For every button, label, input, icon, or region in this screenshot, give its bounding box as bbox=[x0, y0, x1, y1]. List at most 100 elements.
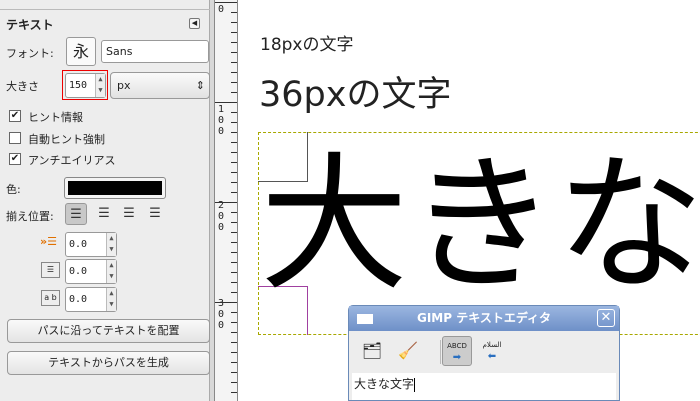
ruler-tick bbox=[231, 72, 237, 73]
text-editor-dialog: GIMP テキストエディタ ✕ 🗂 🧹 ABCD ➡ السلام ⬅ 大きな文字 bbox=[348, 305, 620, 401]
color-swatch bbox=[68, 181, 162, 195]
ruler-tick bbox=[231, 222, 237, 223]
ruler-tick bbox=[231, 232, 237, 233]
editor-text: 大きな文字 bbox=[354, 377, 415, 391]
justify-left-button[interactable]: ☰ bbox=[65, 203, 87, 225]
ruler-tick bbox=[215, 202, 237, 203]
ruler-tick bbox=[231, 392, 237, 393]
ruler-tick bbox=[231, 12, 237, 13]
hinting-checkbox[interactable]: ✔ bbox=[9, 110, 21, 122]
size-spinner[interactable]: 150 ▲ ▼ bbox=[65, 73, 106, 98]
ruler-tick bbox=[231, 212, 237, 213]
spin-arrows-icon[interactable]: ▲ ▼ bbox=[106, 288, 116, 311]
dialog-title: GIMP テキストエディタ bbox=[416, 311, 552, 325]
font-label: フォント: bbox=[6, 47, 54, 60]
ruler-tick bbox=[231, 342, 237, 343]
ruler-tick bbox=[231, 42, 237, 43]
ruler-tick bbox=[231, 152, 237, 153]
path-from-text-button[interactable]: テキストからパスを生成 bbox=[7, 351, 210, 375]
ruler-tick bbox=[231, 62, 237, 63]
ruler-label: 100 bbox=[218, 104, 225, 137]
ltr-label: ABCD bbox=[447, 342, 467, 350]
font-name-input[interactable]: Sans bbox=[101, 40, 209, 63]
ruler-tick bbox=[231, 382, 237, 383]
text-18px: 18pxの文字 bbox=[260, 35, 354, 55]
vertical-ruler: 0 100 200 300 bbox=[214, 0, 238, 401]
ruler-tick bbox=[231, 282, 237, 283]
ruler-tick bbox=[231, 312, 237, 313]
chevron-updown-icon: ⇕ bbox=[195, 79, 205, 92]
spin-arrows-icon[interactable]: ▲ ▼ bbox=[95, 74, 105, 97]
arrow-right-icon: ➡ bbox=[452, 352, 462, 363]
ruler-tick bbox=[231, 32, 237, 33]
ltr-direction-button[interactable]: ABCD ➡ bbox=[442, 336, 472, 366]
ruler-tick bbox=[231, 332, 237, 333]
arrow-left-icon: ⬅ bbox=[487, 351, 497, 362]
window-icon bbox=[357, 314, 373, 324]
ruler-tick bbox=[231, 172, 237, 173]
panel-title: テキスト bbox=[6, 18, 54, 32]
ruler-tick bbox=[231, 112, 237, 113]
ruler-tick bbox=[231, 192, 237, 193]
font-picker-button[interactable]: 永 bbox=[66, 37, 96, 66]
ruler-label: 200 bbox=[218, 200, 225, 233]
justify-right-button[interactable]: ☰ bbox=[93, 203, 115, 225]
ruler-tick bbox=[231, 122, 237, 123]
size-label: 大きさ bbox=[6, 80, 39, 93]
unit-value: px bbox=[117, 79, 131, 92]
ruler-tick bbox=[215, 302, 237, 303]
unit-select[interactable]: px ⇕ bbox=[110, 72, 210, 99]
rtl-direction-button[interactable]: السلام ⬅ bbox=[477, 336, 507, 366]
rtl-label: السلام bbox=[482, 341, 502, 349]
spin-arrows-icon[interactable]: ▲ ▼ bbox=[106, 260, 116, 283]
text-along-path-button[interactable]: パスに沿ってテキストを配置 bbox=[7, 319, 210, 343]
text-cursor bbox=[414, 377, 416, 392]
ruler-tick bbox=[215, 2, 237, 3]
ruler-tick bbox=[231, 272, 237, 273]
ruler-tick bbox=[231, 142, 237, 143]
line-spacing-icon: ☰ bbox=[41, 262, 60, 278]
ruler-tick bbox=[231, 322, 237, 323]
size-value: 150 bbox=[69, 80, 88, 91]
indent-value: 0.0 bbox=[69, 239, 88, 250]
color-label: 色: bbox=[6, 183, 21, 196]
ruler-tick bbox=[231, 262, 237, 263]
text-36px: 36pxの文字 bbox=[259, 75, 452, 115]
justify-label: 揃え位置: bbox=[6, 210, 54, 223]
close-button[interactable]: ✕ bbox=[597, 309, 615, 327]
ruler-tick bbox=[231, 362, 237, 363]
line-spacing-spinner[interactable]: 0.0 ▲ ▼ bbox=[65, 259, 117, 284]
text-tool-options-panel: テキスト ◀ フォント: 永 Sans 大きさ 150 ▲ ▼ px ⇕ ✔ ヒント情… bbox=[0, 0, 210, 401]
clear-broom-icon[interactable]: 🧹 bbox=[393, 336, 423, 366]
text-editor-area[interactable]: 大きな文字 bbox=[352, 373, 616, 400]
justify-fill-button[interactable]: ☰ bbox=[144, 203, 166, 225]
autohint-label: 自動ヒント強制 bbox=[28, 133, 105, 146]
autohint-checkbox[interactable] bbox=[9, 132, 21, 144]
dialog-titlebar[interactable]: GIMP テキストエディタ ✕ bbox=[349, 306, 619, 331]
color-button[interactable] bbox=[64, 177, 166, 199]
ruler-tick bbox=[231, 82, 237, 83]
ruler-tick bbox=[231, 92, 237, 93]
ruler-tick bbox=[231, 292, 237, 293]
ruler-tick bbox=[231, 372, 237, 373]
antialias-checkbox[interactable]: ✔ bbox=[9, 153, 21, 165]
indent-spinner[interactable]: 0.0 ▲ ▼ bbox=[65, 232, 117, 257]
text-large: 大きな bbox=[260, 139, 700, 311]
letter-spacing-value: 0.0 bbox=[69, 294, 88, 305]
ruler-tick bbox=[231, 182, 237, 183]
letter-spacing-spinner[interactable]: 0.0 ▲ ▼ bbox=[65, 287, 117, 312]
ruler-tick bbox=[231, 162, 237, 163]
antialias-label: アンチエイリアス bbox=[28, 154, 116, 167]
ruler-tick bbox=[231, 242, 237, 243]
ruler-tick bbox=[231, 252, 237, 253]
hinting-label: ヒント情報 bbox=[28, 111, 83, 124]
justify-center-button[interactable]: ☰ bbox=[118, 203, 140, 225]
letter-spacing-icon: a b bbox=[41, 290, 60, 306]
ruler-tick bbox=[215, 102, 237, 103]
ruler-tick bbox=[231, 22, 237, 23]
panel-top-bar bbox=[0, 0, 210, 10]
ruler-label: 0 bbox=[218, 4, 225, 15]
spin-arrows-icon[interactable]: ▲ ▼ bbox=[106, 233, 116, 256]
collapse-panel-button[interactable]: ◀ bbox=[189, 18, 200, 29]
open-file-icon[interactable]: 🗂 bbox=[357, 336, 387, 366]
